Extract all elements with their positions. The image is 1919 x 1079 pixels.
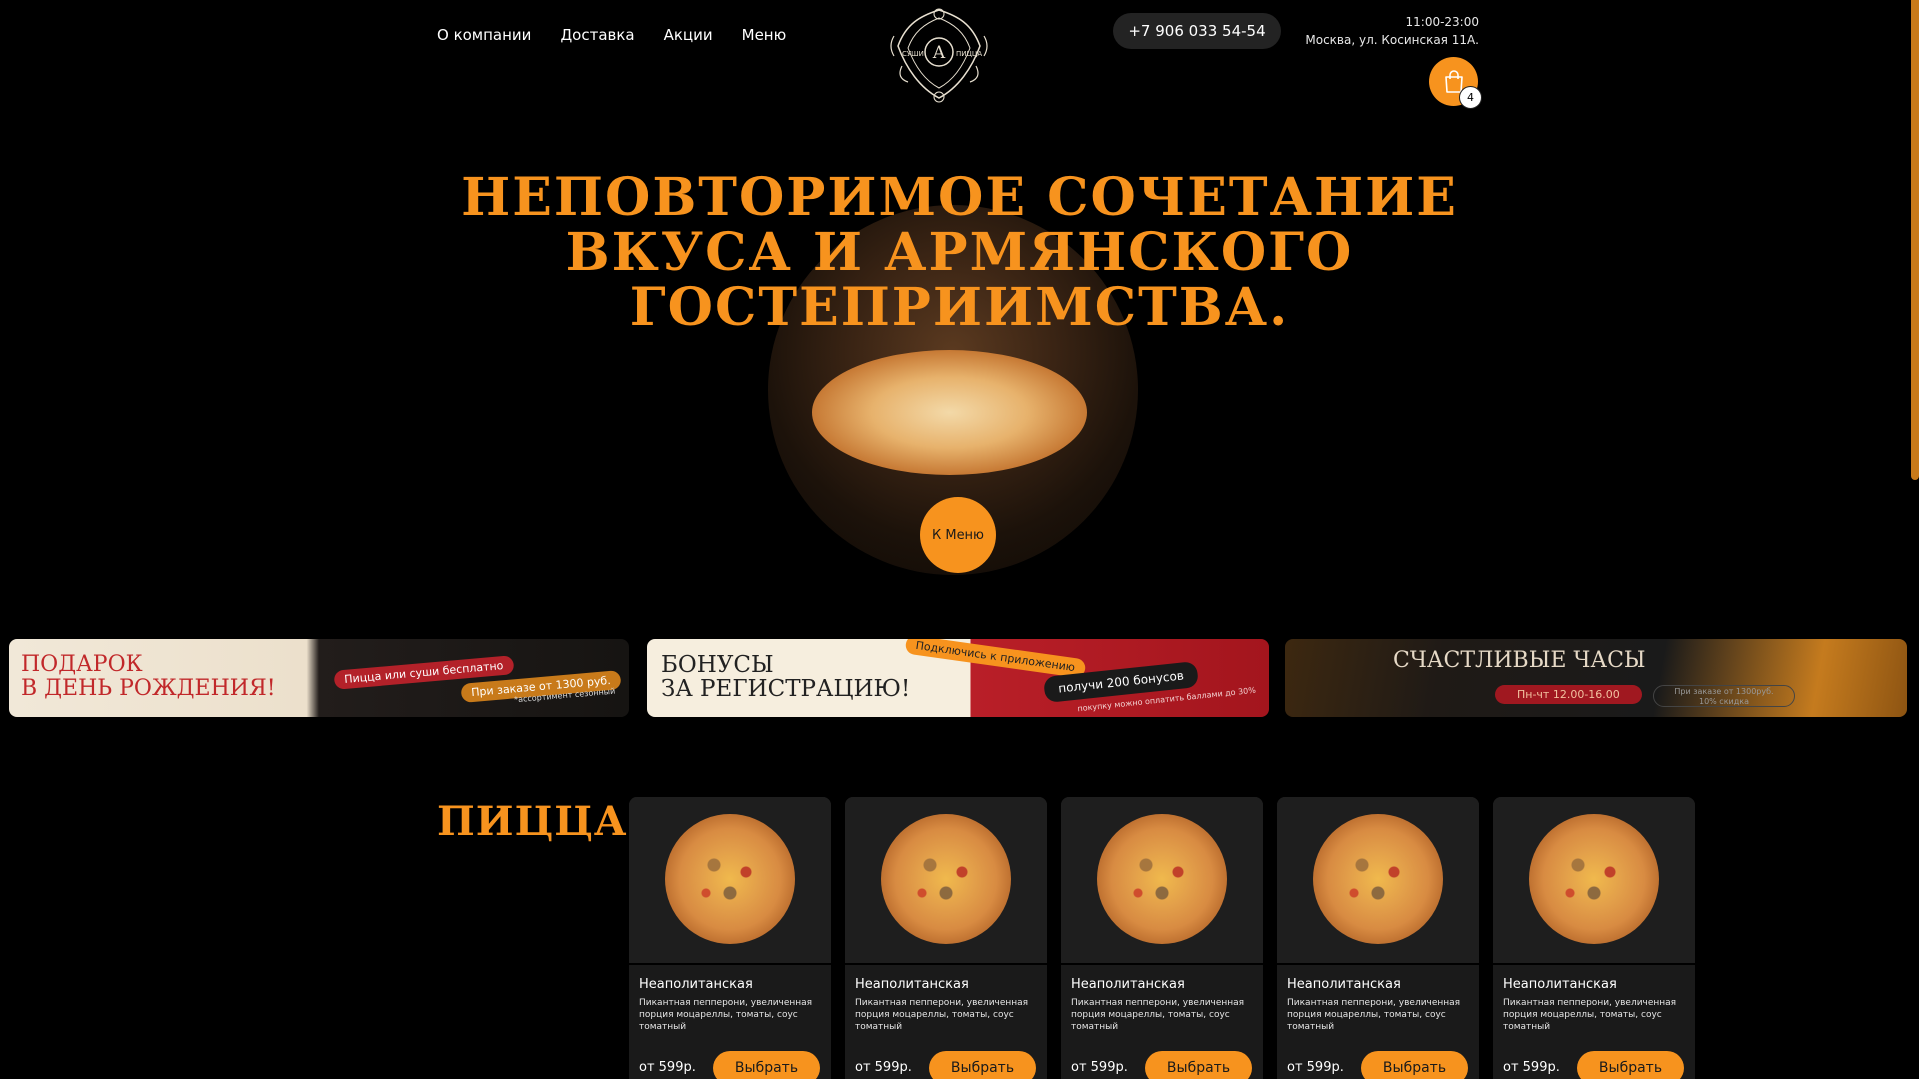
product-image[interactable] (1061, 797, 1263, 965)
product-name: Неаполитанская (639, 977, 753, 992)
banner-birthday-title-line-1: Подарок (21, 652, 143, 677)
logo-mark: A (932, 43, 946, 63)
product-card: Неаполитанская Пикантная пепперони, увел… (1277, 797, 1479, 1079)
pizza-image (1313, 814, 1443, 944)
product-name: Неаполитанская (1287, 977, 1401, 992)
phone-button[interactable]: +7 906 033 54-54 (1113, 13, 1281, 49)
contact-info: 11:00-23:00 Москва, ул. Косинская 11А. (1305, 13, 1479, 49)
section-title-pizza: Пицца (437, 798, 628, 845)
product-name: Неаполитанская (855, 977, 969, 992)
hero-title: Неповторимое сочетание вкуса и армянског… (0, 170, 1919, 335)
opening-hours: 11:00-23:00 (1405, 15, 1480, 29)
product-name: Неаполитанская (1071, 977, 1185, 992)
product-image[interactable] (1277, 797, 1479, 965)
banner-happy-hours-note-1: При заказе от 1300руб. (1674, 687, 1774, 696)
pizza-image (881, 814, 1011, 944)
banner-happy-hours[interactable]: Счастливые часы Пн-чт 12.00-16.00 При за… (1285, 639, 1907, 717)
banner-registration-bonus[interactable]: Бонусы за регистрацию! Подключись к прил… (647, 639, 1269, 717)
logo-left-label: СУШИ (902, 50, 924, 58)
select-button[interactable]: Выбрать (1145, 1051, 1252, 1079)
product-price: от 599р. (855, 1060, 912, 1075)
product-description: Пикантная пепперони, увеличенная порция … (639, 998, 813, 1032)
product-price: от 599р. (639, 1060, 696, 1075)
pizza-image (1097, 814, 1227, 944)
select-button[interactable]: Выбрать (1361, 1051, 1468, 1079)
banner-birthday-title: Подарок в день рождения! (21, 653, 276, 701)
address: Москва, ул. Косинская 11А. (1305, 33, 1479, 47)
product-description: Пикантная пепперони, увеличенная порция … (1287, 998, 1461, 1032)
product-image[interactable] (845, 797, 1047, 965)
banner-birthday-title-line-2: в день рождения! (21, 676, 276, 701)
product-card: Неаполитанская Пикантная пепперони, увел… (629, 797, 831, 1079)
hero-pizza-image (812, 350, 1087, 475)
to-menu-button[interactable]: К Меню (920, 497, 996, 573)
banner-bonus-title: Бонусы за регистрацию! (661, 653, 910, 701)
product-image[interactable] (629, 797, 831, 965)
logo-right-label: ПИЦЦА (956, 50, 982, 58)
product-image[interactable] (1493, 797, 1695, 965)
page-scrollbar[interactable] (1911, 0, 1919, 480)
hero-title-line-1: Неповторимое сочетание (461, 167, 1458, 228)
pizza-image (665, 814, 795, 944)
pizza-image (1529, 814, 1659, 944)
banner-bonus-title-line-2: за регистрацию! (661, 676, 911, 702)
product-description: Пикантная пепперони, увеличенная порция … (1503, 998, 1677, 1032)
nav-item-delivery[interactable]: Доставка (560, 26, 634, 44)
banner-bonus-pill-app: Подключись к приложению (904, 639, 1087, 679)
banner-birthday[interactable]: Подарок в день рождения! Пицца или суши … (9, 639, 629, 717)
banner-happy-hours-title: Счастливые часы (1393, 648, 1646, 673)
banner-bonus-title-line-1: Бонусы (661, 652, 774, 678)
product-description: Пикантная пепперони, увеличенная порция … (1071, 998, 1245, 1032)
site-logo[interactable]: A СУШИ ПИЦЦА (888, 6, 990, 104)
hero-title-line-3: гостеприимства. (629, 277, 1290, 338)
banner-happy-hours-schedule: Пн-чт 12.00-16.00 (1495, 685, 1642, 704)
product-name: Неаполитанская (1503, 977, 1617, 992)
nav-item-about[interactable]: О компании (437, 26, 531, 44)
select-button[interactable]: Выбрать (713, 1051, 820, 1079)
select-button[interactable]: Выбрать (1577, 1051, 1684, 1079)
product-card: Неаполитанская Пикантная пепперони, увел… (1493, 797, 1695, 1079)
product-card: Неаполитанская Пикантная пепперони, увел… (1061, 797, 1263, 1079)
nav-item-promotions[interactable]: Акции (664, 26, 713, 44)
cart-count-badge: 4 (1459, 86, 1482, 109)
main-nav: О компании Доставка Акции Меню (437, 26, 786, 44)
select-button[interactable]: Выбрать (929, 1051, 1036, 1079)
product-card: Неаполитанская Пикантная пепперони, увел… (845, 797, 1047, 1079)
product-price: от 599р. (1071, 1060, 1128, 1075)
product-price: от 599р. (1503, 1060, 1560, 1075)
banner-happy-hours-note-2: 10% скидка (1698, 697, 1750, 706)
nav-item-menu[interactable]: Меню (742, 26, 787, 44)
banner-happy-hours-condition: При заказе от 1300руб. 10% скидка (1653, 685, 1795, 707)
hero-title-line-2: вкуса и армянского (565, 222, 1354, 283)
product-description: Пикантная пепперони, увеличенная порция … (855, 998, 1029, 1032)
product-price: от 599р. (1287, 1060, 1344, 1075)
